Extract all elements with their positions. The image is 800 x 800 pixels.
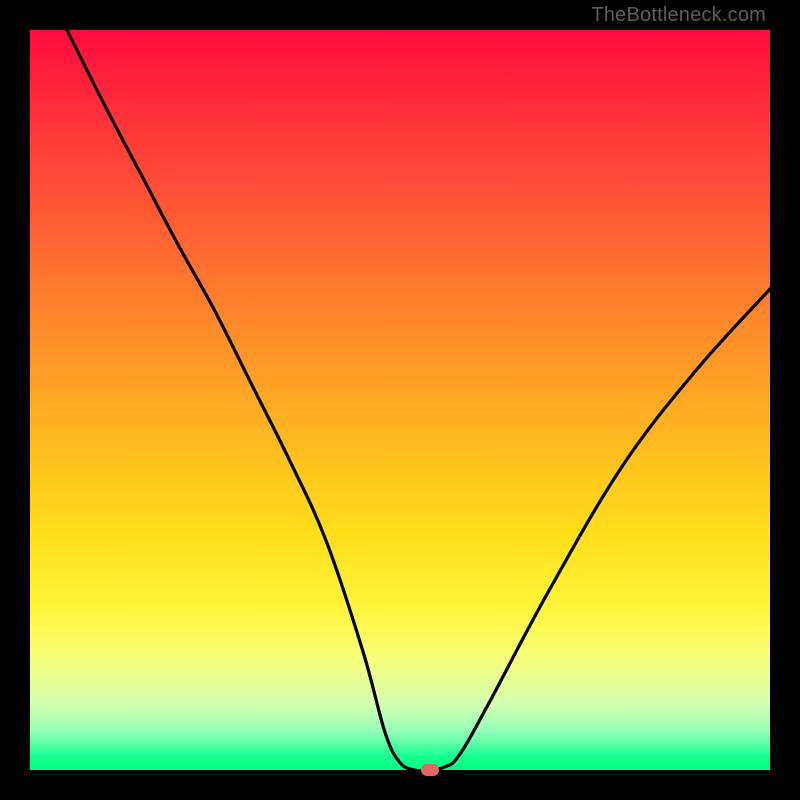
minimum-marker (421, 764, 439, 776)
bottleneck-curve (30, 30, 770, 770)
watermark-text: TheBottleneck.com (591, 4, 766, 27)
chart-frame: TheBottleneck.com (0, 0, 800, 800)
plot-area (30, 30, 770, 770)
